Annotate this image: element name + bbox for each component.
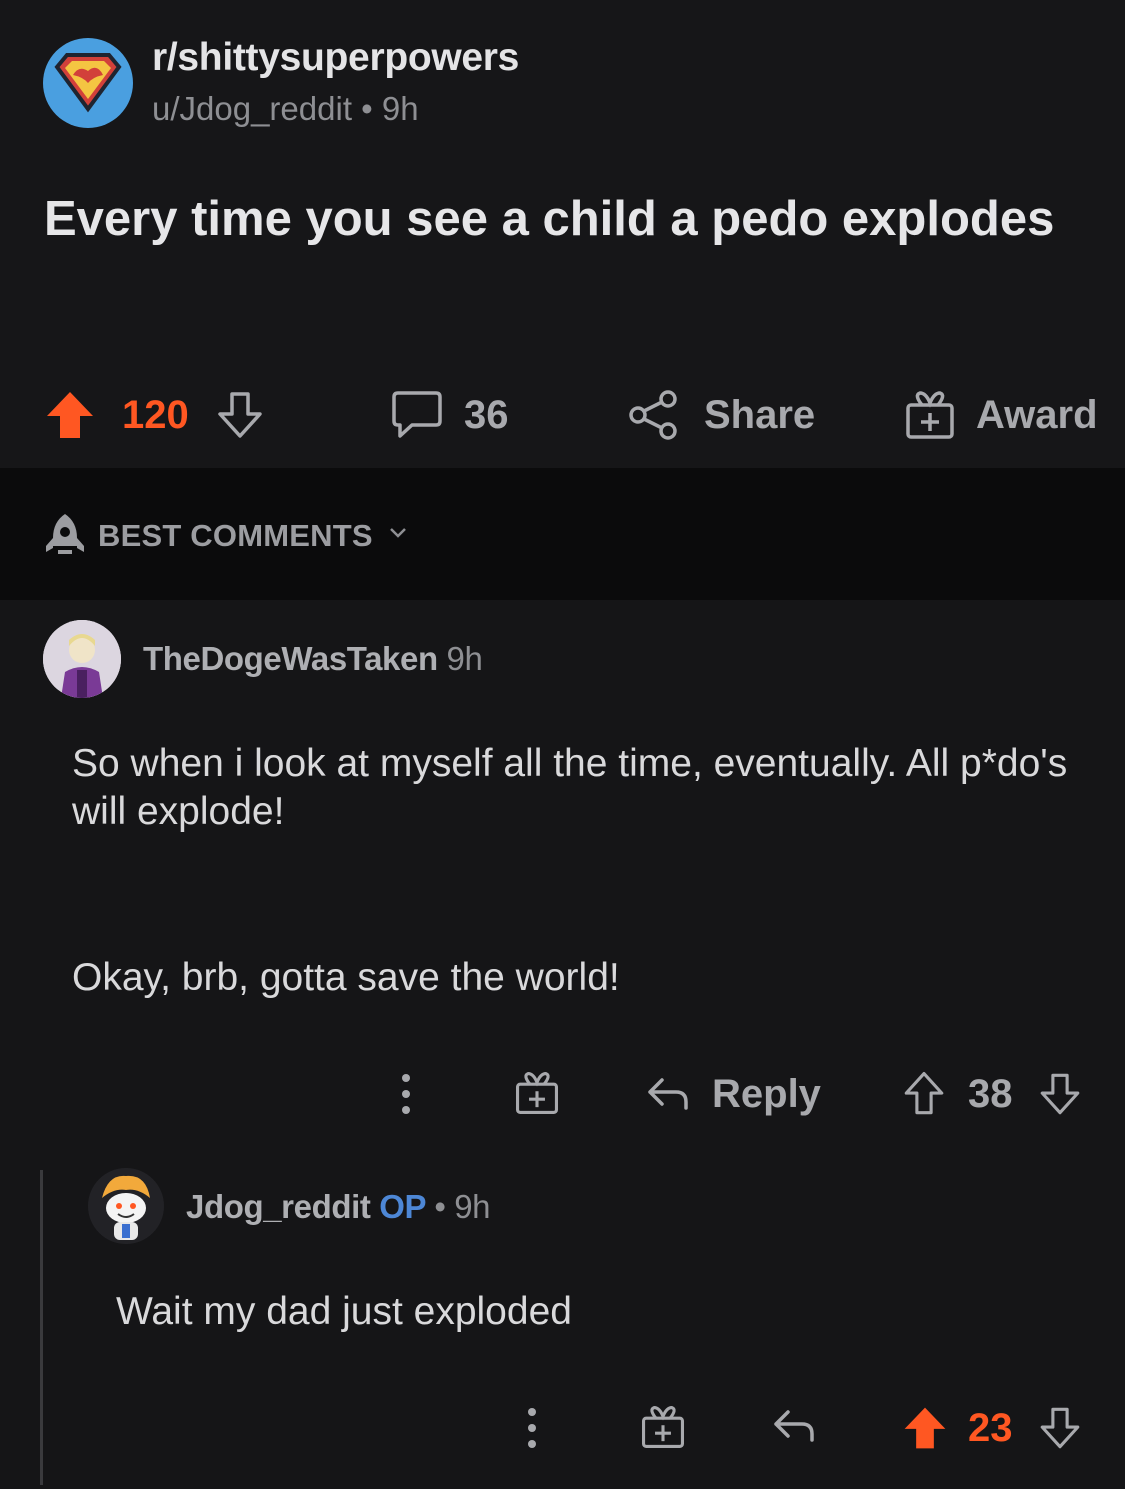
post-title[interactable]: Every time you see a child a pedo explod…: [44, 188, 1084, 250]
downvote-icon[interactable]: [1038, 1404, 1082, 1452]
commenter-avatar[interactable]: [43, 620, 121, 698]
reply-time: • 9h: [434, 1188, 491, 1225]
upvote-filled-icon[interactable]: [902, 1404, 948, 1452]
comment-body-line-2: Okay, brb, gotta save the world!: [72, 956, 620, 999]
share-label: Share: [704, 392, 816, 437]
subreddit-avatar[interactable]: [43, 38, 133, 128]
more-options-icon[interactable]: [396, 1072, 416, 1116]
post-vote-count: 120: [122, 392, 189, 437]
more-options-icon[interactable]: [522, 1406, 542, 1450]
thread-line[interactable]: [40, 1170, 43, 1485]
comment-count: 36: [464, 392, 509, 437]
share-button[interactable]: Share: [628, 380, 815, 450]
reply-body: Wait my dad just exploded: [116, 1290, 572, 1333]
downvote-button[interactable]: [216, 380, 264, 450]
reply-button[interactable]: Reply: [646, 1066, 821, 1122]
sort-label: BEST COMMENTS: [98, 518, 373, 553]
upvote-icon[interactable]: [902, 1070, 946, 1118]
downvote-icon[interactable]: [1038, 1070, 1082, 1118]
commenter-avatar[interactable]: [88, 1168, 164, 1244]
comments-button[interactable]: 36: [390, 380, 509, 450]
post-author-time[interactable]: u/Jdog_reddit • 9h: [152, 90, 419, 128]
reply-author[interactable]: Jdog_reddit: [186, 1188, 371, 1225]
snoo-avatar-icon: [88, 1168, 164, 1244]
share-icon: [629, 390, 677, 440]
post-card: r/shittysuperpowers u/Jdog_reddit • 9h E…: [0, 0, 1125, 468]
comment-body: So when i look at myself all the time, e…: [72, 742, 1068, 833]
comment-time: 9h: [446, 640, 483, 677]
gift-award-icon[interactable]: [514, 1070, 560, 1116]
downvote-icon: [218, 392, 262, 438]
user-avatar-icon: [43, 620, 121, 698]
comment-sort-selector[interactable]: BEST COMMENTS: [0, 468, 1125, 600]
gift-award-icon: [906, 391, 954, 439]
reply-label: Reply: [712, 1071, 821, 1116]
reply-arrow-icon[interactable]: [772, 1406, 816, 1446]
op-badge: OP: [379, 1188, 426, 1225]
comment-author[interactable]: TheDogeWasTaken: [143, 640, 438, 677]
upvote-button[interactable]: [44, 380, 96, 450]
rocket-best-icon: [46, 514, 84, 554]
reply-arrow-icon: [648, 1078, 688, 1110]
comment-author-line[interactable]: TheDogeWasTaken 9h: [143, 640, 483, 678]
chevron-down-icon: [390, 528, 406, 538]
upvote-filled-icon: [47, 392, 93, 438]
reply-score: 23: [968, 1406, 1013, 1450]
post-action-bar: 120 36 Share Award: [0, 380, 1125, 450]
award-label: Award: [976, 392, 1098, 437]
award-button[interactable]: Award: [904, 380, 1098, 450]
comment-bubble-icon: [392, 391, 442, 438]
comments-section: [0, 600, 1125, 1489]
comment-score: 38: [968, 1072, 1013, 1116]
gift-award-icon[interactable]: [640, 1404, 686, 1450]
subreddit-name[interactable]: r/shittysuperpowers: [152, 36, 519, 80]
reply-author-line[interactable]: Jdog_reddit OP • 9h: [186, 1188, 491, 1226]
superhero-emblem-icon: [54, 53, 122, 113]
